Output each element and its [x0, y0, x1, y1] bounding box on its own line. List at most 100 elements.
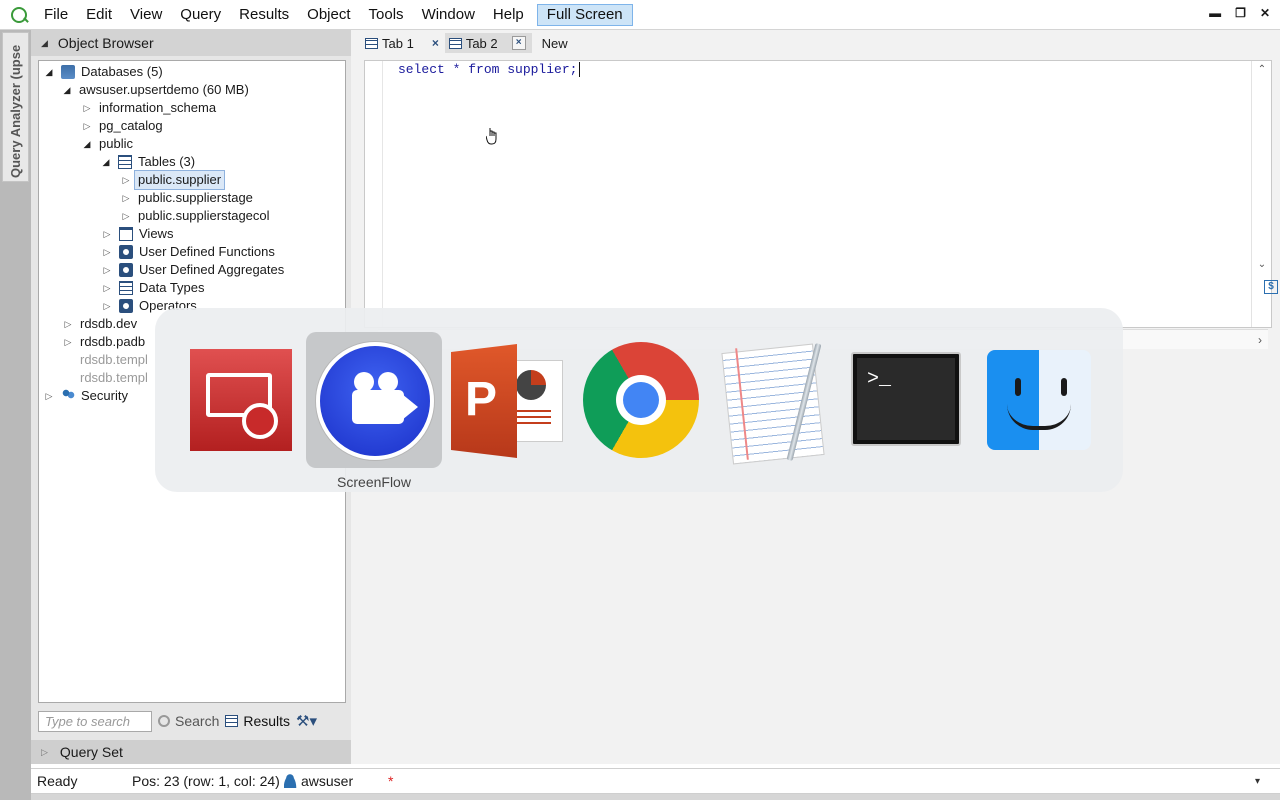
- collapse-icon[interactable]: ◢: [41, 38, 48, 49]
- search-button[interactable]: Search: [158, 713, 219, 729]
- status-text: Ready: [37, 773, 78, 789]
- collapsed-icon[interactable]: ▷: [62, 333, 74, 351]
- side-tab-query-analyzer[interactable]: Query Analyzer (upse: [2, 32, 29, 182]
- tree-node-db-dev[interactable]: ▷ rdsdb.dev: [62, 315, 138, 333]
- tree-node-views[interactable]: ▷ Views: [101, 225, 173, 243]
- collapsed-icon[interactable]: ▷: [101, 261, 113, 279]
- tree-node-public[interactable]: ◢ public: [81, 135, 133, 153]
- tab-new[interactable]: New: [532, 33, 574, 53]
- tree-node-uda[interactable]: ▷ User Defined Aggregates: [101, 261, 284, 279]
- restore-icon[interactable]: ❐: [1235, 6, 1246, 20]
- tree-label: public: [99, 136, 133, 151]
- search-button-label: Search: [175, 713, 220, 729]
- tree-node-db-template-2[interactable]: rdsdb.templ: [80, 369, 148, 387]
- code-line[interactable]: select * from supplier;: [398, 61, 581, 79]
- menu-view[interactable]: View: [121, 0, 171, 30]
- expanded-icon[interactable]: ◢: [81, 135, 93, 153]
- databases-icon: [61, 65, 75, 79]
- collapsed-icon[interactable]: ▷: [120, 207, 132, 225]
- tree-label: public.supplierstage: [138, 190, 253, 205]
- powerpoint-letter: P: [465, 373, 498, 426]
- status-user: awsuser: [284, 773, 388, 789]
- fullscreen-button[interactable]: Full Screen: [536, 3, 633, 26]
- collapsed-icon[interactable]: ▷: [120, 189, 132, 207]
- close-icon[interactable]: ×: [432, 36, 439, 50]
- tab-label: Tab 2: [465, 35, 498, 51]
- expanded-icon[interactable]: ◢: [61, 81, 73, 99]
- tree-label: Security: [81, 388, 128, 403]
- scroll-up-icon[interactable]: ⌃: [1256, 64, 1268, 76]
- tree-node-db-template-1[interactable]: rdsdb.templ: [80, 351, 148, 369]
- powerpoint-icon[interactable]: P: [451, 342, 571, 458]
- tree-node-databases[interactable]: ◢ Databases (5): [43, 63, 163, 81]
- tree-label: rdsdb.dev: [80, 316, 138, 331]
- collapsed-icon[interactable]: ▷: [101, 279, 113, 297]
- close-icon[interactable]: ×: [511, 36, 526, 50]
- collapsed-icon[interactable]: ▷: [62, 315, 74, 333]
- tree-node-tables[interactable]: ◢ Tables (3): [100, 153, 195, 171]
- close-window-icon[interactable]: ✕: [1260, 6, 1270, 20]
- expanded-icon[interactable]: ◢: [43, 63, 55, 81]
- finder-icon[interactable]: [987, 350, 1091, 450]
- editor-dollar-icon[interactable]: $: [1264, 280, 1278, 294]
- tree-node-pg-catalog[interactable]: ▷ pg_catalog: [81, 117, 163, 135]
- tree-node-table-supplier[interactable]: ▷ public.supplier: [120, 170, 226, 190]
- tab-1[interactable]: Tab 1 ×: [361, 33, 445, 53]
- tree-node-udf[interactable]: ▷ User Defined Functions: [101, 243, 275, 261]
- scroll-right-icon[interactable]: ›: [1258, 333, 1262, 347]
- search-input[interactable]: [38, 710, 152, 732]
- eye-shape: [1015, 378, 1021, 396]
- object-browser-header[interactable]: ◢ Object Browser: [31, 30, 351, 56]
- menu-help[interactable]: Help: [484, 0, 533, 30]
- tools-dropdown-icon[interactable]: ⚒▾: [296, 712, 317, 730]
- user-name: awsuser: [301, 773, 354, 789]
- screenflow-icon[interactable]: [316, 342, 434, 460]
- tree-node-security[interactable]: ▷ Security: [43, 387, 128, 405]
- collapsed-icon[interactable]: ▷: [81, 99, 93, 117]
- textedit-icon[interactable]: [721, 342, 829, 465]
- remote-desktop-icon[interactable]: [190, 349, 292, 451]
- menu-tools[interactable]: Tools: [360, 0, 413, 30]
- collapsed-icon[interactable]: ▷: [120, 171, 132, 189]
- expanded-icon[interactable]: ◢: [100, 153, 112, 171]
- scroll-down-icon[interactable]: ⌄: [1256, 259, 1268, 271]
- collapsed-icon[interactable]: ▷: [101, 243, 113, 261]
- terminal-icon[interactable]: >_: [851, 352, 961, 446]
- menu-query[interactable]: Query: [171, 0, 230, 30]
- collapsed-icon[interactable]: ▷: [43, 387, 55, 405]
- query-set-bar[interactable]: ▷ Query Set: [31, 740, 351, 764]
- tree-node-db-padb[interactable]: ▷ rdsdb.padb: [62, 333, 146, 351]
- menu-results[interactable]: Results: [230, 0, 298, 30]
- minimize-icon[interactable]: ▬: [1209, 6, 1221, 20]
- sql-editor[interactable]: select * from supplier; ⌃ ⌄ ‹ ›: [364, 60, 1272, 349]
- sql-text: select * from supplier;: [398, 62, 578, 77]
- menu-file[interactable]: File: [35, 0, 77, 30]
- reel-shape: [354, 372, 374, 392]
- collapsed-icon[interactable]: ▷: [101, 297, 113, 315]
- datatype-icon: [119, 281, 133, 295]
- menu-edit[interactable]: Edit: [77, 0, 121, 30]
- tree-node-table-supplierstage[interactable]: ▷ public.supplierstage: [120, 189, 253, 207]
- app-logo-icon: [11, 6, 27, 23]
- modified-indicator: *: [388, 773, 394, 789]
- aggregate-icon: [119, 263, 133, 277]
- tree-node-information-schema[interactable]: ▷ information_schema: [81, 99, 217, 117]
- tab-2[interactable]: Tab 2 ×: [444, 33, 532, 53]
- tree-node-db-main[interactable]: ◢ awsuser.upsertdemo (60 MB): [61, 81, 249, 99]
- collapsed-icon[interactable]: ▷: [101, 225, 113, 243]
- expand-icon[interactable]: ▷: [41, 747, 48, 758]
- results-button[interactable]: Results: [225, 713, 290, 729]
- tree-label: User Defined Functions: [139, 244, 275, 259]
- tree-node-data-types[interactable]: ▷ Data Types: [101, 279, 205, 297]
- chevron-down-icon[interactable]: ▾: [1255, 776, 1260, 787]
- chrome-icon[interactable]: [583, 342, 699, 458]
- tree-label: User Defined Aggregates: [139, 262, 285, 277]
- menu-object[interactable]: Object: [298, 0, 359, 30]
- camera-body-shape: [352, 390, 404, 424]
- collapsed-icon[interactable]: ▷: [81, 117, 93, 135]
- tree-node-table-supplierstagecol[interactable]: ▷ public.supplierstagecol: [120, 207, 270, 225]
- user-icon: [284, 774, 297, 788]
- lines-shape: [517, 410, 551, 424]
- menu-window[interactable]: Window: [413, 0, 484, 30]
- tab-label: Tab 1: [382, 35, 414, 51]
